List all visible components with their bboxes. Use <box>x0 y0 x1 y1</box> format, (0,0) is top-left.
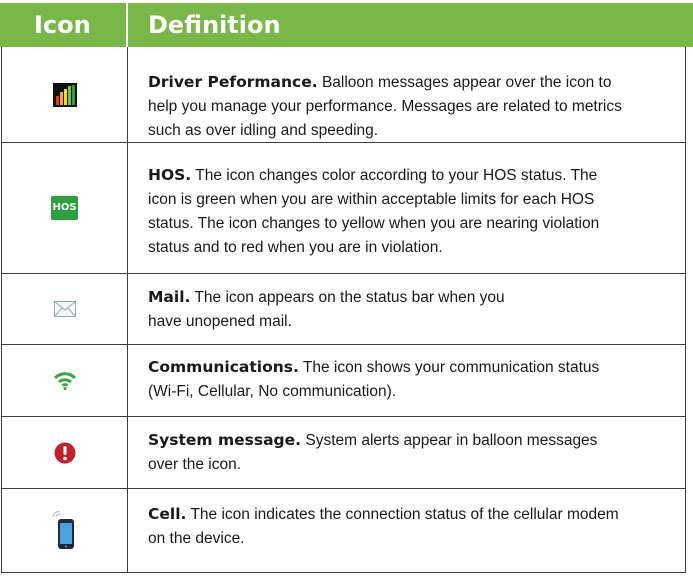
row-definition: Mail. The icon appears on the status bar… <box>148 288 505 330</box>
header-divider <box>126 3 128 47</box>
mail-icon <box>2 274 127 344</box>
table-row: Mail. The icon appears on the status bar… <box>1 274 686 345</box>
wifi-icon <box>2 345 127 416</box>
row-definition: HOS. The icon changes color according to… <box>148 166 600 256</box>
row-definition: Communications. The icon shows your comm… <box>148 358 600 400</box>
icon-column-header: Icon <box>34 11 91 39</box>
definition-column-header: Definition <box>148 11 281 39</box>
table-row: Communications. The icon shows your comm… <box>1 345 686 417</box>
table-row: Driver Peformance. Balloon messages appe… <box>1 47 686 143</box>
hos-icon: HOS <box>2 143 127 273</box>
system-message-icon <box>2 417 127 488</box>
row-definition: Cell. The icon indicates the connection … <box>148 505 619 547</box>
cell-phone-icon <box>2 489 127 572</box>
table-row: Cell. The icon indicates the connection … <box>1 489 686 573</box>
driver-performance-icon <box>2 47 127 142</box>
row-definition: Driver Peformance. Balloon messages appe… <box>148 73 622 139</box>
table-row: HOS HOS. The icon changes color accordin… <box>1 143 686 274</box>
row-definition: System message. System alerts appear in … <box>148 431 598 473</box>
table-header: Icon Definition <box>0 3 693 47</box>
table-row: System message. System alerts appear in … <box>1 417 686 489</box>
